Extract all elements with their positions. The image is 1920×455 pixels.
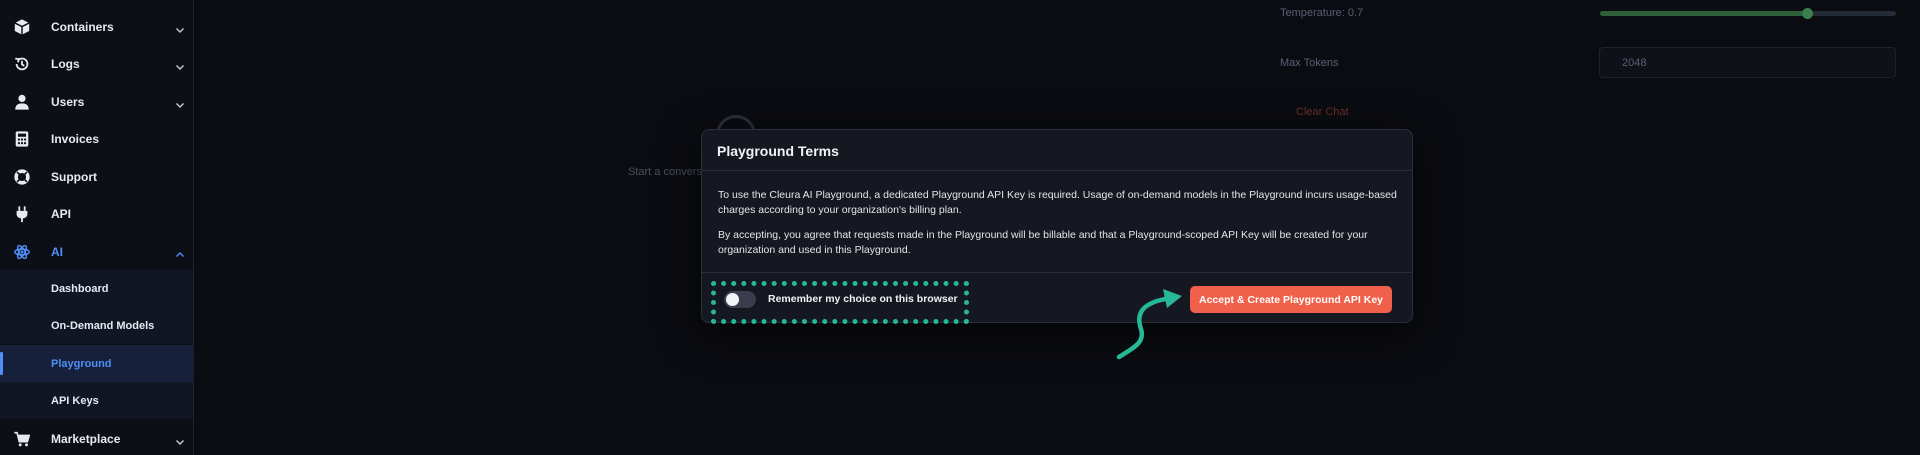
chevron-up-icon xyxy=(175,247,185,257)
sidebar-item-label: Marketplace xyxy=(51,431,121,446)
temperature-slider-thumb[interactable] xyxy=(1802,8,1814,19)
history-icon xyxy=(12,54,32,74)
temperature-slider[interactable] xyxy=(1600,8,1896,19)
sidebar-item-label: AI xyxy=(51,244,63,259)
chevron-down-icon xyxy=(175,434,185,445)
modal-header: Playground Terms xyxy=(702,130,1412,171)
sidebar-item-marketplace[interactable]: Marketplace xyxy=(0,420,193,455)
chevron-down-icon xyxy=(175,97,185,108)
user-icon xyxy=(12,92,32,112)
sidebar-item-label: Invoices xyxy=(51,131,100,146)
sidebar-subitem-dashboard[interactable]: Dashboard xyxy=(0,270,193,307)
temperature-label: Temperature: 0.7 xyxy=(1280,7,1364,19)
sidebar-subitem-playground[interactable]: Playground xyxy=(0,345,193,382)
sidebar-subitem-label: API Keys xyxy=(51,394,99,407)
sidebar-item-label: Logs xyxy=(51,56,80,71)
arrow-annotation-icon xyxy=(1116,289,1182,360)
sidebar-item-api[interactable]: API xyxy=(0,195,193,232)
ai-icon xyxy=(12,242,32,262)
sidebar-subitem-label: Playground xyxy=(51,357,112,370)
sidebar-item-label: Support xyxy=(51,169,97,184)
highlight-annotation xyxy=(711,281,969,324)
clear-chat-button[interactable]: Clear Chat xyxy=(1296,106,1349,118)
sidebar-item-ai[interactable]: AI xyxy=(0,233,193,270)
sidebar-item-invoices[interactable]: Invoices xyxy=(0,120,193,157)
sidebar-item-containers[interactable]: Containers xyxy=(0,8,193,45)
sidebar-item-label: Containers xyxy=(51,19,114,34)
sidebar-item-label: Users xyxy=(51,94,85,109)
chevron-down-icon xyxy=(175,59,185,70)
chat-empty-hint: Start a conversa xyxy=(628,166,709,178)
temperature-slider-fill xyxy=(1600,11,1808,16)
max-tokens-input[interactable]: 2048 xyxy=(1599,47,1896,78)
sidebar: Containers Logs Users Invoices Support A… xyxy=(0,0,194,455)
accept-create-api-key-button[interactable]: Accept & Create Playground API Key xyxy=(1190,286,1392,313)
sidebar-item-support[interactable]: Support xyxy=(0,158,193,195)
modal-title: Playground Terms xyxy=(717,143,839,159)
modal-paragraph-consent: By accepting, you agree that requests ma… xyxy=(718,229,1368,256)
cart-icon xyxy=(12,429,32,449)
sidebar-item-logs[interactable]: Logs xyxy=(0,45,193,82)
max-tokens-label: Max Tokens xyxy=(1280,57,1339,69)
box-icon xyxy=(12,17,32,37)
sidebar-subitem-on-demand-models[interactable]: On-Demand Models xyxy=(0,307,193,344)
sidebar-item-label: API xyxy=(51,206,72,221)
chevron-down-icon xyxy=(175,22,185,33)
sidebar-subitem-label: Dashboard xyxy=(51,282,109,295)
plug-icon xyxy=(12,204,32,224)
sidebar-item-users[interactable]: Users xyxy=(0,83,193,120)
sidebar-subitem-label: On-Demand Models xyxy=(51,319,155,332)
sidebar-subitem-api-keys[interactable]: API Keys xyxy=(0,382,193,419)
lifebuoy-icon xyxy=(12,167,32,187)
calculator-icon xyxy=(12,129,32,149)
modal-paragraph-usage: To use the Cleura AI Playground, a dedic… xyxy=(718,189,1397,216)
